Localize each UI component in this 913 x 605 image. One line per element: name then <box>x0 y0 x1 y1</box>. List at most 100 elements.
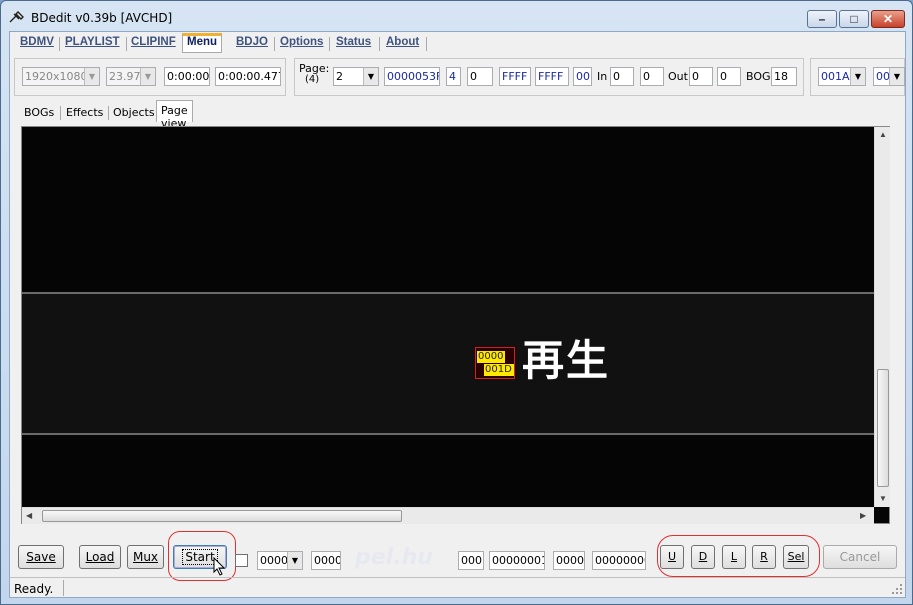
object-select-group: 001A ▼ 00 ▼ <box>810 58 905 96</box>
guide-line-bottom <box>22 433 874 435</box>
resolution-value: 1920x1080 <box>25 70 88 83</box>
menu-caption: 再生 <box>522 336 611 385</box>
scroll-up-icon[interactable]: ▲ <box>879 130 887 139</box>
tab-about[interactable]: About <box>384 35 421 52</box>
tab-separator <box>426 37 427 51</box>
out-field-a[interactable]: 0 <box>689 67 713 86</box>
time-end-field[interactable]: 0:00:00.477 <box>215 67 281 86</box>
bottom-toolbar: Save Load Mux Start 0000 ▼ 0000 pel.hu 00… <box>10 531 905 581</box>
object-select-a-value: 001A <box>821 70 850 83</box>
chevron-down-icon: ▼ <box>889 68 904 85</box>
tab-bogs[interactable]: BOGs <box>20 103 58 122</box>
bottom-field-5[interactable]: 00000000 <box>592 551 646 570</box>
bottom-field-2[interactable]: 000 <box>458 551 484 570</box>
page-id-field[interactable]: 0000053F <box>384 67 440 86</box>
resize-grip-icon[interactable] <box>891 583 903 595</box>
chevron-down-icon: ▼ <box>140 68 155 85</box>
save-button[interactable]: Save <box>18 545 64 569</box>
video-settings-group: 1920x1080 ▼ 23.97 ▼ 0:00:00 0:00:00.477 <box>14 58 286 96</box>
tab-status[interactable]: Status <box>334 35 373 52</box>
nav-down-button[interactable]: D <box>691 545 715 569</box>
minimize-icon: – <box>818 12 826 26</box>
menu-button-marker[interactable]: 0000 001D <box>475 347 515 379</box>
framerate-select[interactable]: 23.97 ▼ <box>106 67 156 86</box>
in-label: In <box>597 70 608 83</box>
mouse-cursor-icon <box>213 557 226 576</box>
cancel-button[interactable]: Cancel <box>823 545 897 569</box>
bottom-select[interactable]: 0000 ▼ <box>257 551 303 570</box>
chevron-down-icon: ▼ <box>84 68 99 85</box>
tab-options[interactable]: Options <box>278 35 325 52</box>
in-field-b[interactable]: 0 <box>640 67 664 86</box>
menu-band <box>22 293 874 435</box>
scroll-right-icon[interactable]: ▶ <box>860 511 866 520</box>
chevron-down-icon: ▼ <box>363 68 378 85</box>
bottom-field-3[interactable]: 00000001 <box>489 551 545 570</box>
in-field-a[interactable]: 0 <box>610 67 634 86</box>
tab-separator <box>59 37 60 51</box>
tab-playlist[interactable]: PLAYLIST <box>63 35 122 52</box>
nav-up-button[interactable]: U <box>660 545 684 569</box>
button-id-bottom: 001D <box>484 364 514 376</box>
vertical-scroll-thumb[interactable] <box>877 369 889 487</box>
bottom-field-1[interactable]: 0000 <box>311 551 341 570</box>
page-field-d[interactable]: FFFF <box>499 67 531 86</box>
horizontal-scrollbar[interactable]: ◀ ▶ <box>22 507 874 524</box>
tab-effects[interactable]: Effects <box>62 103 107 122</box>
tab-separator <box>126 37 127 51</box>
mux-button[interactable]: Mux <box>127 545 164 569</box>
watermark: pel.hu <box>355 545 433 570</box>
page-count: (4) <box>305 74 320 85</box>
tab-objects[interactable]: Objects <box>109 103 159 122</box>
object-select-a[interactable]: 001A ▼ <box>818 67 866 86</box>
time-start-field[interactable]: 0:00:00 <box>164 67 210 86</box>
bog-field[interactable]: 18 <box>771 67 797 86</box>
app-window: BDedit v0.39b [AVCHD] – □ ✕ BDMV PLAYLIS… <box>0 0 913 605</box>
page-select[interactable]: 2 ▼ <box>333 67 379 86</box>
page-settings-group: Page: (4) 2 ▼ 0000053F 4 0 FFFF FFFF 00 I… <box>294 58 804 96</box>
status-text: Ready. <box>14 582 54 596</box>
nav-right-button[interactable]: R <box>752 545 776 569</box>
framerate-value: 23.97 <box>109 70 141 83</box>
load-button[interactable]: Load <box>79 545 121 569</box>
tab-bdmv[interactable]: BDMV <box>18 35 56 52</box>
tab-separator <box>60 106 61 120</box>
tab-separator <box>329 37 330 51</box>
window-title: BDedit v0.39b [AVCHD] <box>31 11 173 25</box>
maximize-icon: □ <box>850 12 858 26</box>
scroll-down-icon[interactable]: ▼ <box>879 494 887 503</box>
page-field-c[interactable]: 0 <box>467 67 493 86</box>
tab-menu[interactable]: Menu <box>182 33 223 53</box>
page-field-f[interactable]: 00 <box>573 67 592 86</box>
chevron-down-icon: ▼ <box>850 68 865 85</box>
horizontal-scroll-thumb[interactable] <box>42 510 402 522</box>
page-field-e[interactable]: FFFF <box>535 67 569 86</box>
object-select-b[interactable]: 00 ▼ <box>873 67 905 86</box>
main-tab-bar: BDMV PLAYLIST CLIPINF Menu BDJO Options … <box>10 32 905 54</box>
resolution-select[interactable]: 1920x1080 ▼ <box>22 67 100 86</box>
vertical-scrollbar[interactable]: ▲ ▼ <box>874 127 890 507</box>
status-bar: Ready. <box>10 577 905 597</box>
out-label: Out <box>668 70 688 83</box>
close-icon: ✕ <box>882 12 894 26</box>
bog-label: BOG <box>746 70 771 83</box>
client-area: BDMV PLAYLIST CLIPINF Menu BDJO Options … <box>9 31 906 598</box>
tab-bdjo[interactable]: BDJO <box>234 35 270 52</box>
maximize-button[interactable]: □ <box>839 10 869 28</box>
page-view-canvas[interactable]: 0000 001D 再生 ▲ ▼ ◀ ▶ <box>21 126 890 524</box>
bottom-field-4[interactable]: 0000 <box>553 551 585 570</box>
nav-select-button[interactable]: Sel <box>783 545 809 569</box>
tab-clipinf[interactable]: CLIPINF <box>129 35 178 52</box>
guide-line-top <box>22 292 874 294</box>
chevron-down-icon: ▼ <box>287 552 302 569</box>
page-field-b[interactable]: 4 <box>446 67 461 86</box>
nav-left-button[interactable]: L <box>722 545 746 569</box>
out-field-b[interactable]: 0 <box>717 67 741 86</box>
option-checkbox[interactable] <box>235 554 248 567</box>
close-button[interactable]: ✕ <box>871 10 905 28</box>
tab-page-view[interactable]: Page view <box>156 100 193 130</box>
minimize-button[interactable]: – <box>807 10 837 28</box>
object-select-b-value: 00 <box>876 70 890 83</box>
scroll-left-icon[interactable]: ◀ <box>26 511 32 520</box>
app-icon <box>9 11 24 23</box>
